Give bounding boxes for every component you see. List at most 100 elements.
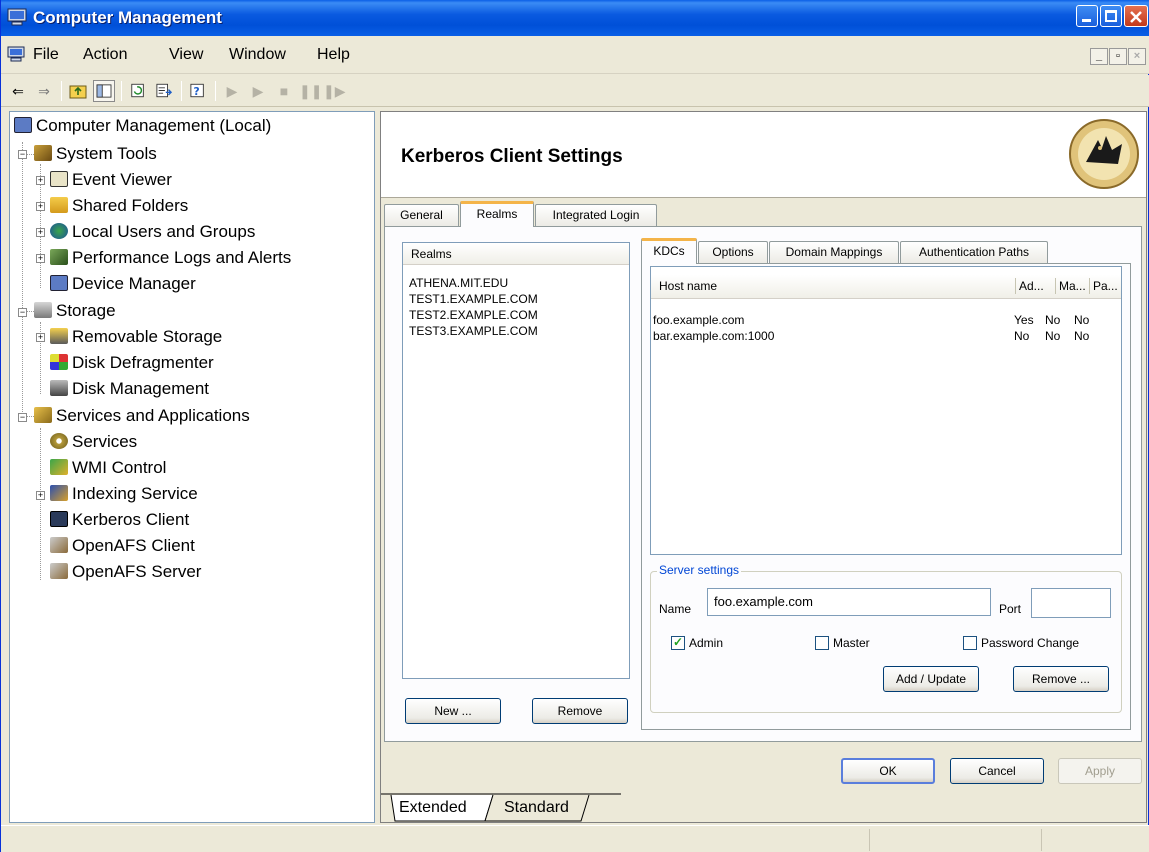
- maximize-button[interactable]: [1100, 5, 1122, 27]
- tree-item-label: System Tools: [56, 144, 157, 163]
- title-bar[interactable]: Computer Management: [1, 0, 1149, 36]
- forward-arrow-icon[interactable]: ⇒: [33, 80, 55, 102]
- tree-item-event-viewer[interactable]: Event Viewer: [50, 168, 172, 192]
- tab-extended[interactable]: Extended: [399, 799, 467, 817]
- kerberos-icon: [50, 511, 68, 527]
- back-arrow-icon[interactable]: ⇐: [7, 80, 29, 102]
- tab-standard[interactable]: Standard: [504, 799, 569, 817]
- list-item[interactable]: TEST1.EXAMPLE.COM: [409, 291, 538, 307]
- kdc-master: No: [1045, 329, 1061, 343]
- tree-item-disk-management[interactable]: Disk Management: [50, 377, 209, 401]
- password-change-checkbox[interactable]: [963, 636, 977, 650]
- menu-view[interactable]: View: [169, 46, 203, 64]
- tree-item-shared-folders[interactable]: Shared Folders: [50, 194, 188, 218]
- list-item[interactable]: ATHENA.MIT.EDU: [409, 275, 538, 291]
- show-hide-tree-icon[interactable]: [93, 80, 115, 102]
- tree-item-openafs-server[interactable]: OpenAFS Server: [50, 560, 201, 584]
- expand-toggle[interactable]: +: [36, 333, 45, 342]
- kdc-password: No: [1074, 329, 1090, 343]
- remove-kdc-button[interactable]: Remove ...: [1013, 666, 1109, 692]
- stop-icon[interactable]: ■: [273, 80, 295, 102]
- list-item[interactable]: TEST2.EXAMPLE.COM: [409, 307, 538, 323]
- expand-toggle[interactable]: +: [36, 228, 45, 237]
- realms-list[interactable]: Realms ATHENA.MIT.EDU TEST1.EXAMPLE.COM …: [402, 242, 630, 679]
- play-icon[interactable]: ▶: [247, 80, 269, 102]
- menu-action[interactable]: Action: [83, 46, 127, 64]
- document-window-icon[interactable]: [7, 46, 25, 62]
- export-list-icon[interactable]: [153, 80, 175, 102]
- refresh-icon[interactable]: [127, 80, 149, 102]
- tree-item-device-manager[interactable]: Device Manager: [50, 272, 196, 296]
- ok-button[interactable]: OK: [841, 758, 935, 784]
- expand-toggle[interactable]: +: [36, 202, 45, 211]
- menu-window[interactable]: Window: [229, 46, 286, 64]
- tree-item-performance-logs[interactable]: Performance Logs and Alerts: [50, 246, 291, 270]
- tab-integrated-login[interactable]: Integrated Login: [535, 204, 657, 226]
- collapse-toggle[interactable]: −: [18, 308, 27, 317]
- tree-item-root[interactable]: Computer Management (Local): [14, 114, 271, 138]
- column-admin[interactable]: Ad...: [1019, 275, 1044, 297]
- tree-item-storage[interactable]: Storage: [34, 299, 116, 323]
- tab-general[interactable]: General: [384, 204, 459, 226]
- server-name-input[interactable]: foo.example.com: [707, 588, 991, 616]
- server-settings-label: Server settings: [657, 563, 742, 577]
- shared-folders-icon: [50, 197, 68, 213]
- defragmenter-icon: [50, 354, 68, 370]
- tree-item-system-tools[interactable]: System Tools: [34, 142, 157, 166]
- tree-item-disk-defragmenter[interactable]: Disk Defragmenter: [50, 351, 214, 375]
- kdc-admin: No: [1014, 329, 1030, 343]
- child-close-button[interactable]: ×: [1128, 48, 1146, 65]
- column-master[interactable]: Ma...: [1059, 275, 1086, 297]
- collapse-toggle[interactable]: −: [18, 413, 27, 422]
- expand-toggle[interactable]: +: [36, 176, 45, 185]
- minimize-button[interactable]: [1076, 5, 1098, 27]
- tab-kdcs[interactable]: KDCs: [641, 238, 697, 264]
- tab-options[interactable]: Options: [698, 241, 768, 263]
- tree-item-kerberos-client[interactable]: Kerberos Client: [50, 508, 189, 532]
- menu-help[interactable]: Help: [317, 46, 350, 64]
- expand-toggle[interactable]: +: [36, 254, 45, 263]
- tree-item-openafs-client[interactable]: OpenAFS Client: [50, 534, 195, 558]
- expand-toggle[interactable]: +: [36, 491, 45, 500]
- new-realm-button[interactable]: New ...: [405, 698, 501, 724]
- column-host-name[interactable]: Host name: [659, 275, 717, 297]
- name-label: Name: [659, 602, 692, 616]
- child-restore-button[interactable]: ▫: [1109, 48, 1127, 65]
- table-row[interactable]: bar.example.com:1000 No No No: [651, 329, 1121, 345]
- help-icon[interactable]: ?: [187, 80, 209, 102]
- menu-file[interactable]: File: [33, 46, 59, 64]
- tab-authentication-paths[interactable]: Authentication Paths: [900, 241, 1048, 263]
- add-update-button[interactable]: Add / Update: [883, 666, 979, 692]
- tree-item-local-users[interactable]: Local Users and Groups: [50, 220, 255, 244]
- remove-realm-button[interactable]: Remove: [532, 698, 628, 724]
- console-tree[interactable]: Computer Management (Local) − System Too…: [9, 111, 375, 823]
- realms-column-header[interactable]: Realms: [403, 243, 629, 265]
- tree-item-services[interactable]: Services: [50, 430, 137, 454]
- page-header: Kerberos Client Settings: [381, 112, 1146, 198]
- tree-item-services-applications[interactable]: Services and Applications: [34, 404, 250, 428]
- restart-icon[interactable]: ❚▶: [323, 80, 346, 102]
- play-icon[interactable]: ▶: [221, 80, 243, 102]
- kdc-list[interactable]: Host name Ad... Ma... Pa... foo.example.…: [650, 266, 1122, 555]
- cancel-button[interactable]: Cancel: [950, 758, 1044, 784]
- tab-domain-mappings[interactable]: Domain Mappings: [769, 241, 899, 263]
- child-minimize-button[interactable]: _: [1090, 48, 1108, 65]
- up-folder-icon[interactable]: [67, 80, 89, 102]
- column-password[interactable]: Pa...: [1093, 275, 1118, 297]
- tree-item-wmi-control[interactable]: WMI Control: [50, 456, 166, 480]
- tree-item-label: Device Manager: [72, 274, 196, 293]
- admin-checkbox[interactable]: ✓: [671, 636, 685, 650]
- master-checkbox[interactable]: [815, 636, 829, 650]
- close-button[interactable]: [1124, 5, 1148, 27]
- table-row[interactable]: foo.example.com Yes No No: [651, 313, 1121, 329]
- collapse-toggle[interactable]: −: [18, 150, 27, 159]
- list-item[interactable]: TEST3.EXAMPLE.COM: [409, 323, 538, 339]
- toolbar-separator: [215, 81, 216, 101]
- pause-icon[interactable]: ❚❚: [299, 80, 322, 102]
- kdc-host: foo.example.com: [653, 313, 745, 327]
- apply-button[interactable]: Apply: [1058, 758, 1142, 784]
- tab-realms[interactable]: Realms: [460, 201, 534, 227]
- tree-item-indexing-service[interactable]: Indexing Service: [50, 482, 198, 506]
- tree-item-removable-storage[interactable]: Removable Storage: [50, 325, 222, 349]
- server-port-input[interactable]: [1031, 588, 1111, 618]
